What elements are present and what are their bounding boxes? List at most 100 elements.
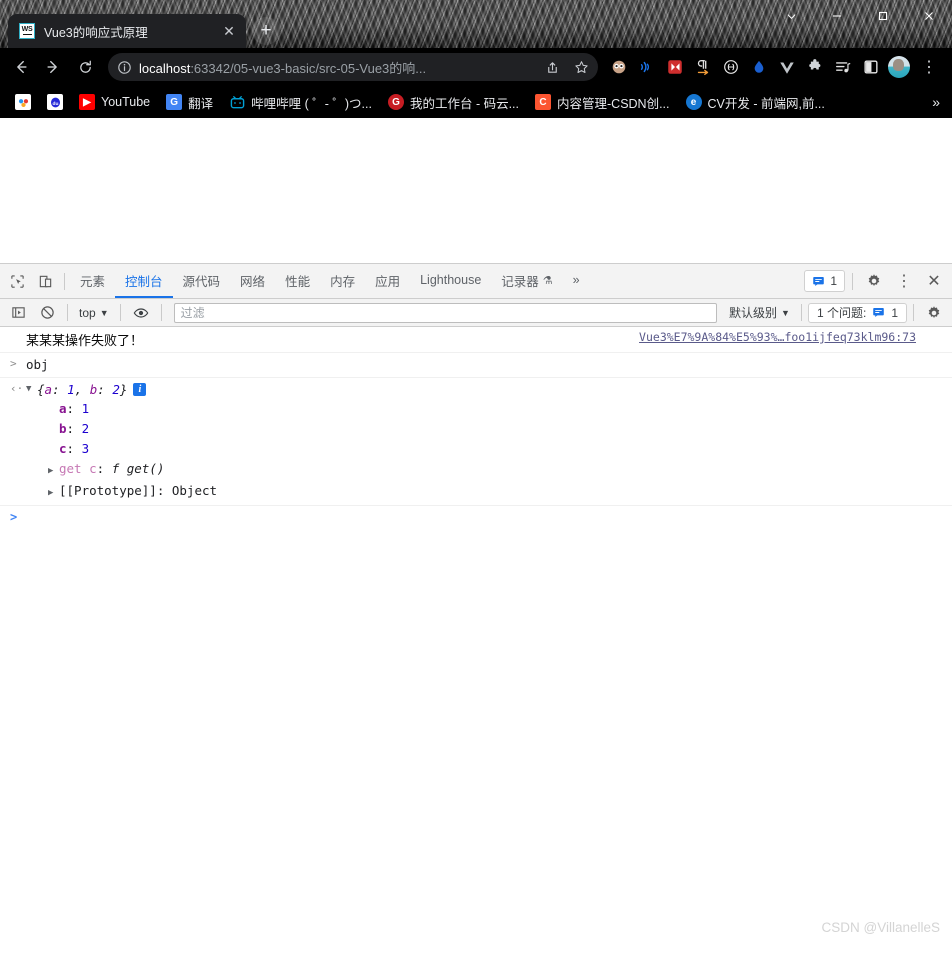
toolbar-divider bbox=[64, 272, 65, 290]
paragraph-extension-icon[interactable] bbox=[690, 54, 716, 80]
playlist-extension-icon[interactable] bbox=[830, 54, 856, 80]
new-tab-button[interactable]: + bbox=[252, 17, 280, 45]
tab-console[interactable]: 控制台 bbox=[115, 264, 173, 298]
more-tabs-icon[interactable]: » bbox=[563, 264, 590, 298]
minimize-icon[interactable] bbox=[814, 0, 860, 32]
object-prototype-row[interactable]: ▶ [[Prototype]]: Object bbox=[26, 481, 944, 503]
console-message-source-link[interactable]: Vue3%E7%9A%84%E5%93%…foo1ijfeq73klm96:73 bbox=[639, 330, 944, 344]
getter-colon: : bbox=[96, 461, 112, 476]
chevron-down-icon: ▼ bbox=[99, 307, 109, 318]
tab-memory[interactable]: 内存 bbox=[320, 264, 365, 298]
bookmark-translate[interactable]: G 翻译 bbox=[159, 90, 220, 114]
bookmark-jianshu[interactable] bbox=[8, 90, 38, 114]
console-result-body: ▼ {a: 1, b: 2} i a: 1 b: 2 c: 3 ▶ get c:… bbox=[26, 380, 944, 503]
object-preview: {a: 1, b: 2} bbox=[37, 382, 128, 397]
property-colon: : bbox=[66, 421, 82, 436]
prototype-label: [[Prototype]]: Object bbox=[59, 483, 218, 498]
wifi-extension-icon[interactable] bbox=[634, 54, 660, 80]
devtools-close-icon[interactable]: ✕ bbox=[920, 267, 948, 295]
sidepanel-extension-icon[interactable] bbox=[858, 54, 884, 80]
bookmark-bilibili[interactable]: 哔哩哔哩 ( ゜- ゜)つ... bbox=[222, 90, 379, 114]
cvdev-icon: e bbox=[685, 94, 702, 110]
site-info-icon[interactable] bbox=[117, 60, 132, 75]
fast-forward-extension-icon[interactable] bbox=[662, 54, 688, 80]
tab-elements[interactable]: 元素 bbox=[70, 264, 115, 298]
chrome-menu-icon[interactable]: ⋮ bbox=[914, 52, 944, 82]
bookmark-star-icon[interactable] bbox=[570, 56, 592, 78]
tab-recorder[interactable]: 记录器 ⚗ bbox=[491, 264, 562, 298]
live-expression-eye-icon[interactable] bbox=[127, 299, 155, 327]
log-level-selector[interactable]: 默认级别 ▼ bbox=[724, 303, 795, 323]
tab-close-icon[interactable]: ✕ bbox=[221, 23, 237, 39]
devtools-panel: 元素 控制台 源代码 网络 性能 内存 应用 Lighthouse 记录器 ⚗ … bbox=[0, 263, 952, 949]
toolbar-divider bbox=[852, 272, 853, 290]
info-badge-icon[interactable]: i bbox=[133, 383, 147, 396]
console-prompt[interactable]: > bbox=[0, 506, 952, 528]
expand-arrow-icon[interactable]: ▶ bbox=[48, 461, 59, 481]
favicon-text: WS bbox=[21, 25, 33, 33]
toolbar-divider bbox=[67, 304, 68, 321]
back-icon[interactable] bbox=[6, 52, 36, 82]
bookmark-baidu[interactable]: du bbox=[40, 90, 70, 114]
object-property-row[interactable]: a: 1 bbox=[26, 399, 944, 419]
issues-summary-badge[interactable]: 1 个问题: 1 bbox=[807, 302, 907, 323]
tab-application[interactable]: 应用 bbox=[365, 264, 410, 298]
console-message-warning[interactable]: 某某某操作失败了！ Vue3%E7%9A%84%E5%93%…foo1ijfeq… bbox=[0, 327, 952, 353]
drop-extension-icon[interactable] bbox=[746, 54, 772, 80]
context-selector[interactable]: top ▼ bbox=[74, 303, 114, 323]
bookmark-label: 哔哩哔哩 ( ゜- ゜)つ... bbox=[251, 96, 372, 111]
tab-lighthouse[interactable]: Lighthouse bbox=[410, 264, 491, 298]
forward-icon[interactable] bbox=[38, 52, 68, 82]
settings-gear-icon[interactable] bbox=[860, 267, 888, 295]
profile-extension-icon[interactable] bbox=[606, 54, 632, 80]
vue-extension-icon[interactable] bbox=[774, 54, 800, 80]
devtools-more-icon[interactable]: ⋮ bbox=[890, 267, 918, 295]
device-toolbar-icon[interactable] bbox=[31, 267, 59, 295]
puzzle-extension-icon[interactable] bbox=[802, 54, 828, 80]
clear-console-icon[interactable] bbox=[33, 299, 61, 327]
gitee-icon: G bbox=[387, 94, 404, 110]
issues-summary-count: 1 bbox=[891, 305, 898, 320]
share-icon[interactable] bbox=[541, 56, 563, 78]
console-settings-gear-icon[interactable] bbox=[920, 299, 948, 327]
bookmark-cvdev[interactable]: e CV开发 - 前端网,前... bbox=[679, 90, 832, 114]
console-input-line: > obj bbox=[0, 353, 952, 377]
expand-arrow-icon[interactable]: ▶ bbox=[48, 483, 59, 503]
tab-performance[interactable]: 性能 bbox=[275, 264, 320, 298]
object-preview-row[interactable]: ▼ {a: 1, b: 2} i bbox=[26, 380, 944, 399]
inspect-element-icon[interactable] bbox=[3, 267, 31, 295]
tab-sources[interactable]: 源代码 bbox=[173, 264, 231, 298]
bookmark-gitee[interactable]: G 我的工作台 - 码云... bbox=[381, 90, 526, 114]
object-property-row[interactable]: b: 2 bbox=[26, 419, 944, 439]
preview-val-a: 1 bbox=[67, 382, 75, 397]
profile-avatar[interactable] bbox=[886, 54, 912, 80]
bookmarks-overflow-icon[interactable]: » bbox=[926, 94, 946, 110]
bookmark-youtube[interactable]: ▶ YouTube bbox=[72, 90, 157, 114]
tab-network[interactable]: 网络 bbox=[230, 264, 275, 298]
expand-arrow-icon[interactable]: ▼ bbox=[26, 380, 37, 399]
object-getter-row[interactable]: ▶ get c: f get() bbox=[26, 459, 944, 481]
toolbar-divider bbox=[119, 304, 121, 321]
browser-titlebar: WS Vue3的响应式原理 ✕ + bbox=[0, 0, 952, 48]
console-sidebar-icon[interactable] bbox=[4, 299, 32, 327]
console-output[interactable]: 某某某操作失败了！ Vue3%E7%9A%84%E5%93%…foo1ijfeq… bbox=[0, 327, 952, 949]
url-host: localhost bbox=[139, 60, 191, 76]
devtools-toolbar-right: 1 ⋮ ✕ bbox=[804, 267, 952, 295]
property-key: b bbox=[59, 421, 67, 436]
console-filter-input[interactable] bbox=[173, 302, 718, 323]
property-colon: : bbox=[66, 401, 82, 416]
close-window-icon[interactable] bbox=[906, 0, 952, 32]
bracket-extension-icon[interactable] bbox=[718, 54, 744, 80]
tab-search-icon[interactable] bbox=[768, 0, 814, 32]
console-toolbar: top ▼ 默认级别 ▼ 1 个问题: 1 bbox=[0, 299, 952, 327]
preview-key-a: a bbox=[44, 382, 53, 397]
address-bar[interactable]: localhost:63342/05-vue3-basic/src-05-Vue… bbox=[108, 53, 598, 81]
svg-text:du: du bbox=[52, 100, 58, 106]
object-property-row[interactable]: c: 3 bbox=[26, 439, 944, 459]
maximize-icon[interactable] bbox=[860, 0, 906, 32]
bookmark-csdn[interactable]: C 内容管理-CSDN创... bbox=[528, 90, 677, 114]
reload-icon[interactable] bbox=[70, 52, 100, 82]
bookmarks-bar: du ▶ YouTube G 翻译 哔哩哔哩 ( ゜- ゜)つ... G 我的工… bbox=[0, 86, 952, 118]
browser-tab[interactable]: WS Vue3的响应式原理 ✕ bbox=[8, 14, 246, 48]
issues-badge[interactable]: 1 bbox=[804, 270, 845, 292]
